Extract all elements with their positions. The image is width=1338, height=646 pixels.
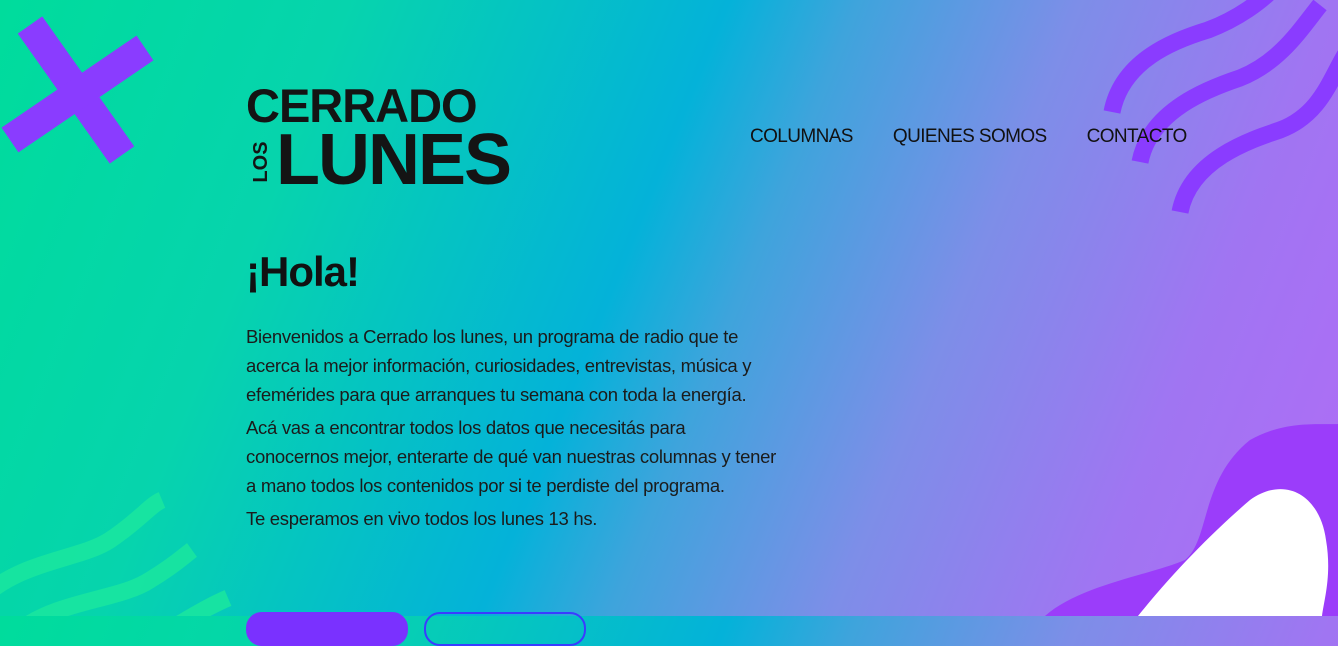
nav-link-quienes-somos[interactable]: QUIENES SOMOS <box>893 126 1047 148</box>
hero-paragraph-1: Bienvenidos a Cerrado los lunes, un prog… <box>246 326 752 405</box>
secondary-cta-button[interactable] <box>424 612 586 646</box>
site-logo[interactable]: CERRADO LOS LUNES <box>246 82 536 196</box>
wavy-lines-decoration-mint <box>0 492 232 616</box>
hero-copy: Bienvenidos a Cerrado los lunes, un prog… <box>246 322 776 537</box>
nav-link-contacto[interactable]: CONTACTO <box>1087 126 1188 148</box>
hero-paragraph-2: Acá vas a encontrar todos los datos que … <box>246 417 776 496</box>
main-nav: COLUMNAS QUIENES SOMOS CONTACTO <box>750 126 1187 148</box>
logo-word-los: LOS <box>250 141 272 183</box>
primary-cta-button[interactable] <box>246 612 408 646</box>
logo-word-lunes: LUNES <box>276 120 512 200</box>
x-shape-decoration <box>1 16 154 164</box>
hero-paragraph-3: Te esperamos en vivo todos los lunes 13 … <box>246 508 598 529</box>
hero-title: ¡Hola! <box>246 248 360 295</box>
wavy-lines-decoration <box>1103 0 1338 215</box>
nav-link-columnas[interactable]: COLUMNAS <box>750 126 853 148</box>
